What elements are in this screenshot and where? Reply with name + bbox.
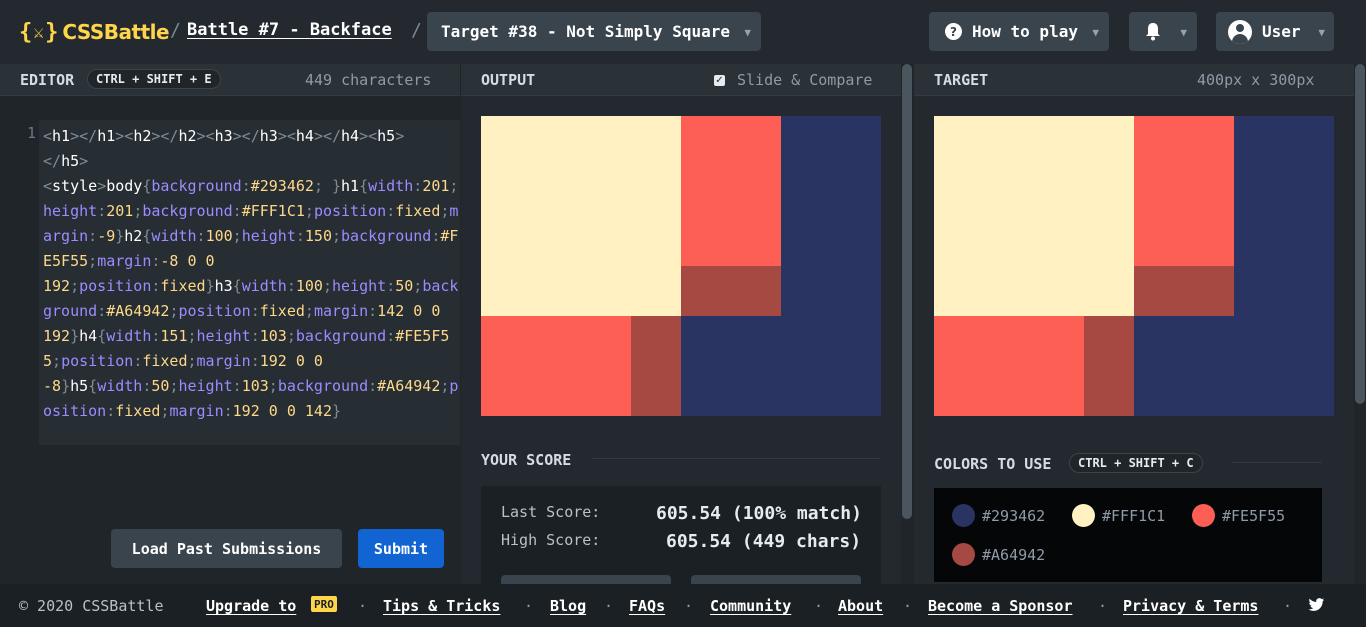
pro-badge[interactable]: PRO [311, 596, 337, 612]
breadcrumb-separator: / [411, 20, 422, 41]
colors-box [934, 488, 1322, 582]
load-past-submissions-button[interactable]: Load Past Submissions [111, 529, 342, 568]
editor-title: EDITOR [20, 71, 75, 89]
faqs-link[interactable]: FAQs [629, 597, 665, 615]
footer-separator: · [524, 597, 534, 615]
coral-rect-top [681, 116, 781, 266]
target-image [934, 116, 1334, 416]
color-label: #293462 [982, 506, 1046, 525]
community-link[interactable]: Community [710, 597, 791, 615]
coral-rect-bottom [934, 316, 1084, 416]
color-swatch[interactable]: #293462 [952, 504, 1045, 527]
color-label: #FFF1C1 [1102, 506, 1166, 525]
footer-separator: · [1283, 597, 1293, 615]
chevron-down-icon: ▼ [1180, 26, 1187, 39]
colors-title: COLORS TO USE [934, 455, 1052, 473]
target-select-label: Target #38 - Not Simply Square [441, 22, 730, 41]
target-select-dropdown[interactable]: Target #38 - Not Simply Square ▼ [427, 12, 761, 51]
sponsor-link[interactable]: Become a Sponsor [928, 597, 1073, 615]
color-dot [952, 504, 975, 527]
user-menu-button[interactable]: User ▼ [1216, 12, 1334, 51]
footer-separator: · [814, 597, 824, 615]
notifications-button[interactable]: ▼ [1129, 12, 1197, 51]
user-avatar-icon [1228, 19, 1252, 44]
slide-compare-label: Slide & Compare [737, 71, 873, 89]
editor-shortcut-badge: CTRL + SHIFT + E [87, 69, 221, 89]
scrollbar-thumb[interactable] [902, 64, 912, 519]
brown-rect-bottom [1084, 316, 1134, 416]
logo-brace-open: { [19, 19, 33, 45]
target-scrollbar[interactable] [1354, 64, 1366, 584]
submit-button[interactable]: Submit [358, 529, 444, 568]
color-swatch[interactable]: #A64942 [952, 543, 1045, 566]
how-to-play-button[interactable]: ? How to play ▼ [929, 12, 1109, 51]
cream-square [934, 116, 1134, 316]
color-dot [952, 543, 975, 566]
target-dimensions: 400px x 300px [1197, 71, 1315, 89]
tips-link[interactable]: Tips & Tricks [383, 597, 500, 615]
about-link[interactable]: About [838, 597, 883, 615]
coral-rect-bottom [481, 316, 631, 416]
privacy-link[interactable]: Privacy & Terms [1123, 597, 1258, 615]
bell-icon [1146, 23, 1160, 41]
target-title: TARGET [934, 71, 989, 89]
last-score-value: 605.54 (100% match) [656, 503, 862, 524]
chevron-down-icon: ▼ [1092, 26, 1099, 39]
score-title: YOUR SCORE [481, 451, 572, 469]
chevron-down-icon: ▼ [1318, 26, 1325, 39]
brown-rect-top [1134, 266, 1234, 316]
color-dot [1072, 504, 1095, 527]
cream-square [481, 116, 681, 316]
checkbox-checked-icon[interactable]: ✓ [714, 74, 725, 86]
footer-separator: · [1098, 597, 1108, 615]
character-count: 449 characters [305, 71, 432, 89]
battle-link[interactable]: Battle #7 - Backface [187, 20, 392, 40]
user-label: User [1262, 22, 1301, 41]
color-swatch[interactable]: #FE5F55 [1192, 504, 1285, 527]
upgrade-link[interactable]: Upgrade to [206, 597, 296, 615]
color-label: #A64942 [982, 545, 1046, 564]
footer-separator: · [903, 597, 913, 615]
chevron-down-icon: ▼ [744, 26, 751, 39]
color-swatch[interactable]: #FFF1C1 [1072, 504, 1165, 527]
code-editor[interactable]: <h1></h1><h2></h2><h3></h3><h4></h4><h5>… [39, 120, 460, 445]
cssbattle-logo[interactable]: { ⚔ } CSSBattle [19, 18, 170, 46]
footer-separator: · [684, 597, 694, 615]
footer-separator: · [604, 597, 614, 615]
last-score-label: Last Score: [501, 503, 601, 521]
color-dot [1192, 504, 1215, 527]
breadcrumb-separator: / [170, 20, 181, 41]
color-label: #FE5F55 [1222, 506, 1286, 525]
footer-separator: · [358, 597, 368, 615]
line-number: 1 [27, 124, 37, 142]
blog-link[interactable]: Blog [550, 597, 586, 615]
divider [1232, 462, 1322, 463]
output-title: OUTPUT [481, 71, 536, 89]
output-scrollbar[interactable] [901, 64, 913, 584]
coral-rect-top [1134, 116, 1234, 266]
divider [592, 458, 880, 459]
output-preview[interactable] [481, 116, 881, 416]
brown-rect-top [681, 266, 781, 316]
slide-compare-toggle[interactable]: ✓ Slide & Compare [714, 71, 872, 89]
logo-brace-close: } [45, 19, 59, 45]
crossed-swords-icon: ⚔ [33, 21, 45, 43]
copyright: © 2020 CSSBattle [19, 597, 164, 615]
logo-text: CSSBattle [62, 20, 170, 44]
twitter-icon[interactable] [1308, 598, 1325, 612]
question-icon: ? [945, 23, 962, 40]
high-score-value: 605.54 (449 chars) [666, 531, 862, 552]
colors-shortcut-badge: CTRL + SHIFT + C [1069, 453, 1203, 473]
brown-rect-bottom [631, 316, 681, 416]
high-score-label: High Score: [501, 531, 601, 549]
scrollbar-thumb[interactable] [1355, 64, 1365, 404]
how-to-play-label: How to play [972, 22, 1078, 41]
